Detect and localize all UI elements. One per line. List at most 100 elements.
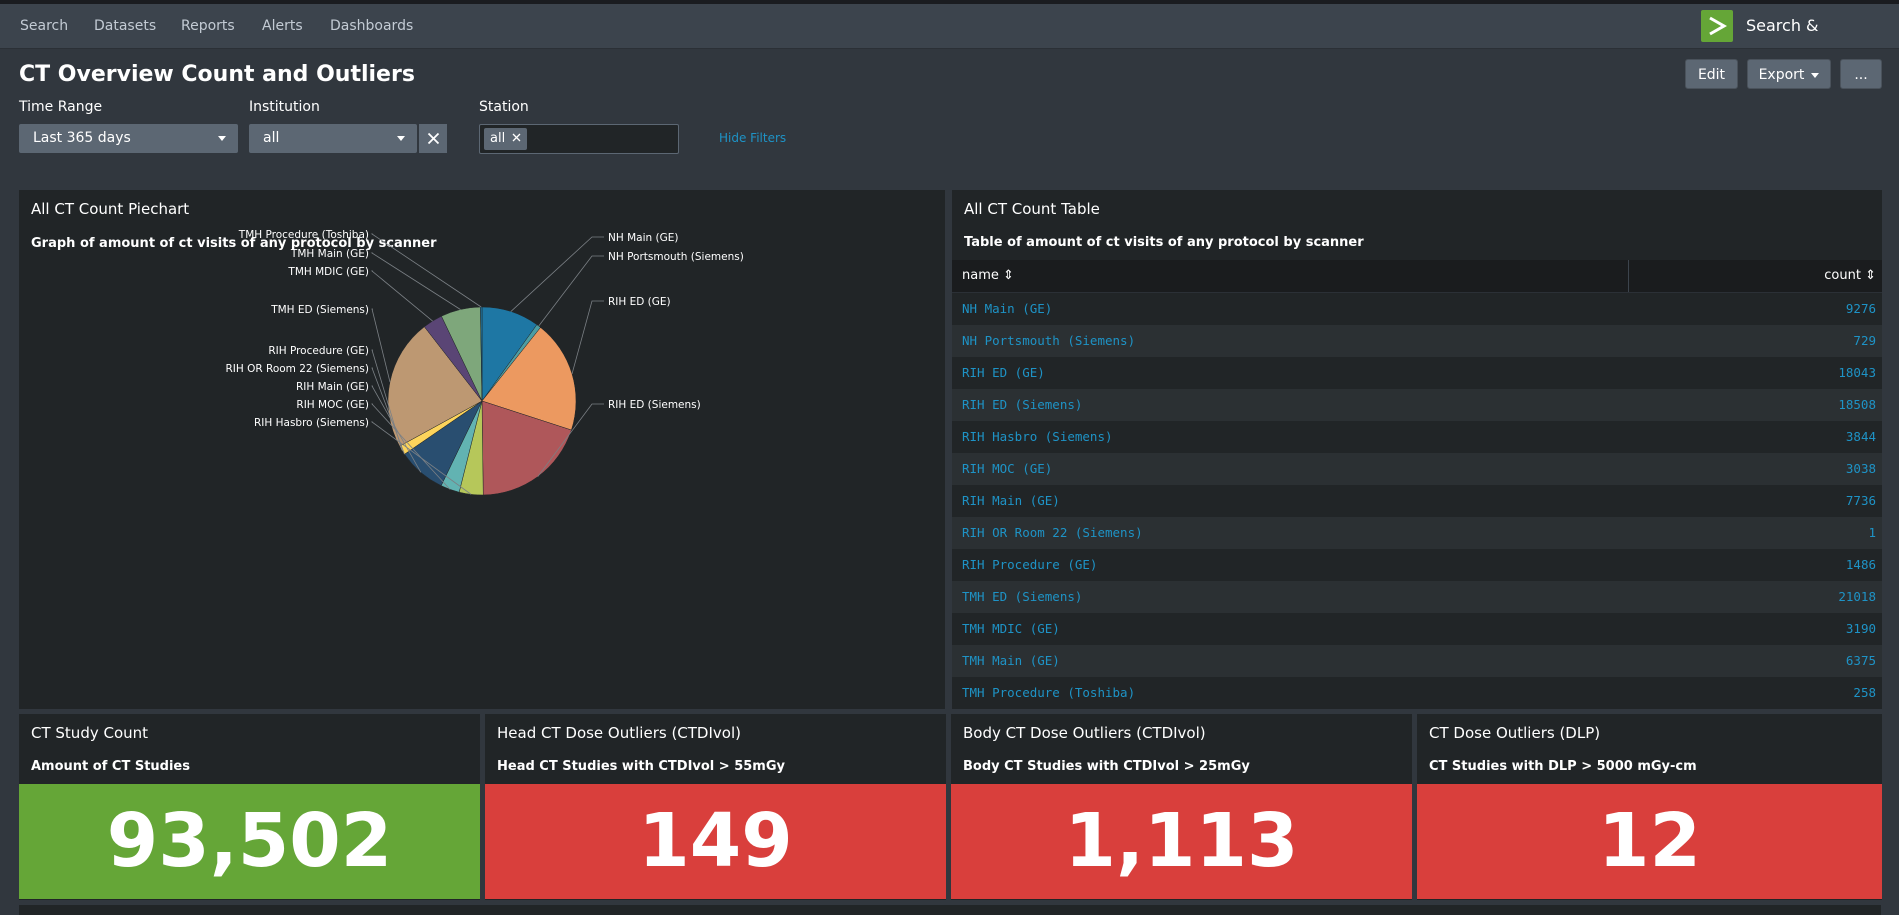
cell-name[interactable]: NH Portsmouth (Siemens) [962,325,1135,357]
single-panel-title: CT Study Count [31,724,149,742]
pie-slice-label: RIH Main (GE) [296,381,369,393]
nav-datasets[interactable]: Datasets [94,4,156,48]
pie-slice-label: NH Main (GE) [608,232,678,244]
pie-slice-label: NH Portsmouth (Siemens) [608,251,744,263]
pie-leader-line [371,308,391,383]
cell-count[interactable]: 258 [1853,677,1876,709]
pie-slice-label: TMH MDIC (GE) [287,266,369,278]
cell-name[interactable]: TMH Main (GE) [962,645,1060,677]
pie-leader-line [538,255,604,327]
cell-name[interactable]: RIH ED (GE) [962,357,1045,389]
table-row[interactable]: TMH Main (GE) 6375 [952,645,1882,677]
single-value-box[interactable]: 12 [1417,784,1882,899]
station-chip-label: all [490,131,506,146]
cell-count[interactable]: 18043 [1838,357,1876,389]
export-button[interactable]: Export [1747,59,1831,89]
cell-name[interactable]: TMH MDIC (GE) [962,613,1060,645]
cell-name[interactable]: NH Main (GE) [962,293,1052,325]
pie-chart[interactable]: NH Main (GE) NH Portsmouth (Siemens) RIH E… [19,190,945,709]
export-button-label: Export [1758,67,1805,83]
pie-panel: All CT Count Piechart Graph of amount of… [19,190,945,709]
sort-icon: ⇕ [1003,268,1014,283]
app-name[interactable]: Search & Reporting [1746,4,1899,79]
close-icon[interactable] [512,133,521,142]
cell-name[interactable]: TMH Procedure (Toshiba) [962,677,1135,709]
single-value-panel: CT Study Count Amount of CT Studies 93,502 [19,714,480,900]
cell-count[interactable]: 7736 [1846,485,1876,517]
time-range-label: Time Range [19,99,103,115]
institution-select[interactable]: all [249,124,417,153]
table-row[interactable]: RIH ED (Siemens) 18508 [952,389,1882,421]
cell-name[interactable]: TMH ED (Siemens) [962,581,1082,613]
single-value-panel: Head CT Dose Outliers (CTDIvol) Head CT S… [485,714,946,900]
table-row[interactable]: RIH MOC (GE) 3038 [952,453,1882,485]
pie-leader-line [370,233,482,308]
single-panel-title: Body CT Dose Outliers (CTDIvol) [963,724,1206,742]
cell-count[interactable]: 1 [1868,517,1876,549]
app-bar: Search Datasets Reports Alerts Dashboard… [0,4,1899,79]
table-row[interactable]: RIH ED (GE) 18043 [952,357,1882,389]
cell-count[interactable]: 729 [1853,325,1876,357]
single-panel-subtitle: Head CT Studies with CTDIvol > 55mGy [497,759,785,774]
pie-leader-line [571,300,604,375]
table-row[interactable]: TMH ED (Siemens) 21018 [952,581,1882,613]
pie-leader-line [370,252,461,310]
cell-name[interactable]: RIH ED (Siemens) [962,389,1082,421]
single-value-box[interactable]: 93,502 [19,784,480,899]
single-panel-subtitle: Amount of CT Studies [31,759,190,774]
cell-count[interactable]: 3038 [1846,453,1876,485]
single-panel-title: Head CT Dose Outliers (CTDIvol) [497,724,741,742]
cell-count[interactable]: 3190 [1846,613,1876,645]
nav-search[interactable]: Search [20,4,68,48]
cell-name[interactable]: RIH OR Room 22 (Siemens) [962,517,1143,549]
table-row[interactable]: TMH Procedure (Toshiba) 258 [952,677,1882,709]
table-row[interactable]: NH Main (GE) 9276 [952,293,1882,325]
cell-count[interactable]: 18508 [1838,389,1876,421]
institution-label: Institution [249,99,320,115]
cell-count[interactable]: 3844 [1846,421,1876,453]
column-header-count[interactable]: count ⇕ [1824,260,1876,292]
more-actions-button[interactable]: ... [1840,59,1882,89]
single-panel-subtitle: CT Studies with DLP > 5000 mGy-cm [1429,759,1697,774]
column-count-label: count [1824,268,1861,283]
table-row[interactable]: TMH MDIC (GE) 3190 [952,613,1882,645]
time-range-select[interactable]: Last 365 days [19,124,238,153]
table-row[interactable]: RIH OR Room 22 (Siemens) 1 [952,517,1882,549]
single-panel-subtitle: Body CT Studies with CTDIvol > 25mGy [963,759,1250,774]
cell-count[interactable]: 1486 [1846,549,1876,581]
cell-count[interactable]: 21018 [1838,581,1876,613]
institution-value: all [263,130,280,146]
hide-filters-link[interactable]: Hide Filters [719,131,786,145]
pie-slice-label: RIH ED (Siemens) [608,399,701,411]
column-header-name[interactable]: name ⇕ [962,260,1014,292]
nav-dashboards[interactable]: Dashboards [330,4,413,48]
cell-count[interactable]: 9276 [1846,293,1876,325]
cell-count[interactable]: 6375 [1846,645,1876,677]
single-value-box[interactable]: 1,113 [951,784,1412,899]
table-row[interactable]: RIH Hasbro (Siemens) 3844 [952,421,1882,453]
institution-clear-button[interactable] [418,124,447,153]
nav-alerts[interactable]: Alerts [262,4,303,48]
column-name-label: name [962,268,999,283]
chevron-down-icon [397,136,405,141]
station-multiselect[interactable]: all [479,124,679,154]
edit-button-label: Edit [1697,67,1726,83]
single-value-box[interactable]: 149 [485,784,946,899]
station-chip[interactable]: all [484,128,528,150]
single-value: 12 [1598,798,1701,884]
table-row[interactable]: NH Portsmouth (Siemens) 729 [952,325,1882,357]
table-row[interactable]: RIH Procedure (GE) 1486 [952,549,1882,581]
nav-reports[interactable]: Reports [181,4,235,48]
single-value-panel: CT Dose Outliers (DLP) CT Studies with DL… [1417,714,1882,900]
cell-name[interactable]: RIH Hasbro (Siemens) [962,421,1113,453]
pie-slice-label: RIH MOC (GE) [296,399,369,411]
app-logo-icon[interactable] [1701,10,1733,42]
cell-name[interactable]: RIH MOC (GE) [962,453,1052,485]
edit-button[interactable]: Edit [1685,59,1738,89]
table-row[interactable]: RIH Main (GE) 7736 [952,485,1882,517]
cell-name[interactable]: RIH Main (GE) [962,485,1060,517]
pie-slice-label: TMH Procedure (Toshiba) [238,229,369,241]
single-value-panel: Body CT Dose Outliers (CTDIvol) Body CT S… [951,714,1412,900]
cell-name[interactable]: RIH Procedure (GE) [962,549,1097,581]
chevron-down-icon [218,136,226,141]
